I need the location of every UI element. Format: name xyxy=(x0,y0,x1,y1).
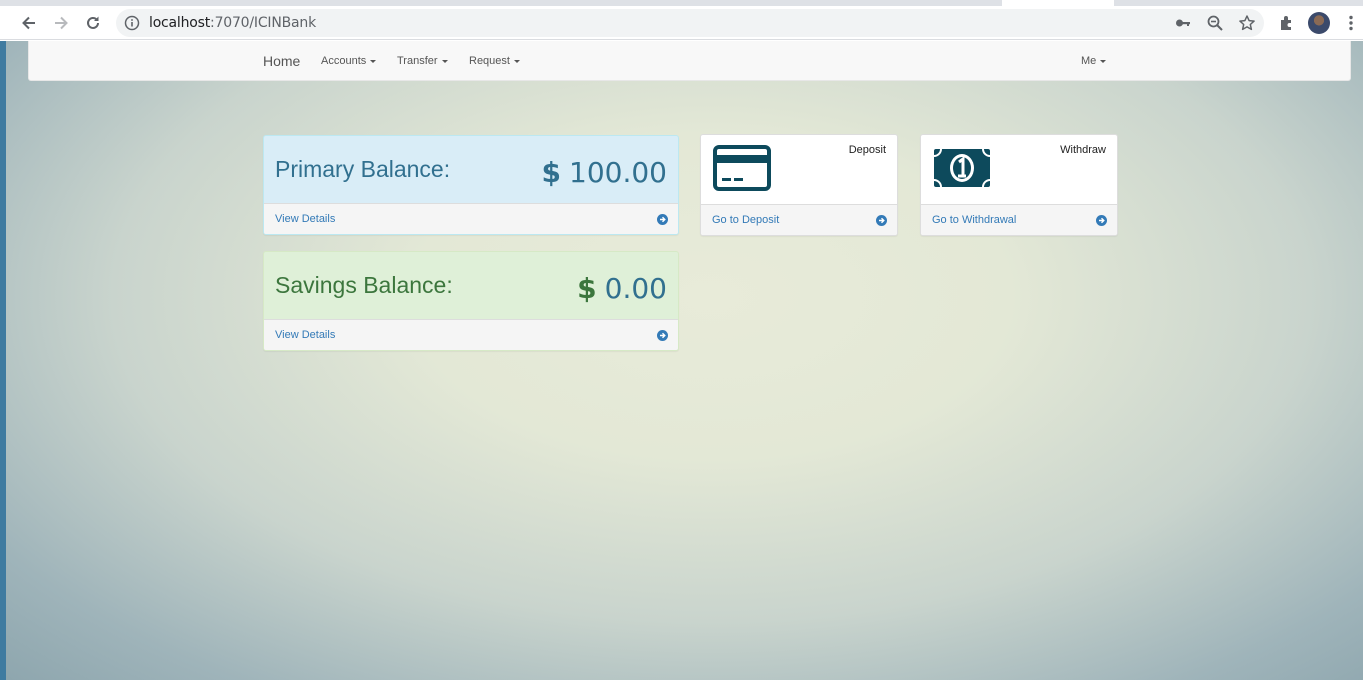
withdraw-panel: Withdraw Go to Withdrawal xyxy=(920,134,1118,236)
credit-card-icon xyxy=(713,145,771,191)
go-to-withdrawal-link[interactable]: Go to Withdrawal xyxy=(932,214,1016,226)
nav-me[interactable]: Me xyxy=(1081,55,1107,67)
star-icon[interactable] xyxy=(1238,14,1256,32)
caret-down-icon xyxy=(1100,59,1107,63)
deposit-panel: Deposit Go to Deposit xyxy=(700,134,898,236)
nav-transfer-label: Transfer xyxy=(397,55,438,67)
nav-accounts[interactable]: Accounts xyxy=(321,55,377,67)
address-bar[interactable]: localhost:7070/ICINBank xyxy=(116,9,1264,37)
primary-balance-label: Primary Balance: xyxy=(275,156,451,182)
forward-icon[interactable] xyxy=(49,11,73,35)
url-text: localhost:7070/ICINBank xyxy=(149,15,316,31)
caret-down-icon xyxy=(370,59,377,63)
savings-balance-footer[interactable]: View Details xyxy=(264,319,678,350)
browser-toolbar: localhost:7070/ICINBank xyxy=(0,6,1363,40)
savings-balance-panel: Savings Balance: $0.00 View Details xyxy=(263,251,679,351)
info-icon[interactable] xyxy=(124,15,140,31)
page-body: Home Accounts Transfer Request Me Primar… xyxy=(6,41,1363,680)
arrow-circle-right-icon xyxy=(1096,215,1107,226)
dollar-icon: $ xyxy=(541,156,562,189)
url-path: :7070/ICINBank xyxy=(210,15,316,31)
deposit-title: Deposit xyxy=(848,144,886,156)
savings-balance-value: 0.00 xyxy=(604,272,667,305)
primary-balance-panel: Primary Balance: $100.00 View Details xyxy=(263,135,679,235)
caret-down-icon xyxy=(441,59,448,63)
url-host: localhost xyxy=(149,15,211,31)
primary-balance-footer[interactable]: View Details xyxy=(264,203,678,234)
nav-request-label: Request xyxy=(469,55,510,67)
nav-home[interactable]: Home xyxy=(263,53,300,69)
caret-down-icon xyxy=(513,59,520,63)
nav-request[interactable]: Request xyxy=(469,55,520,67)
primary-balance-heading: Primary Balance: $100.00 xyxy=(264,136,678,203)
arrow-circle-right-icon xyxy=(657,214,668,225)
dollar-icon: $ xyxy=(577,272,597,305)
avatar[interactable] xyxy=(1308,12,1330,34)
savings-balance-label: Savings Balance: xyxy=(275,272,453,298)
deposit-footer[interactable]: Go to Deposit xyxy=(701,204,897,235)
withdraw-title: Withdraw xyxy=(1060,144,1106,156)
key-icon[interactable] xyxy=(1174,14,1192,32)
reload-icon[interactable] xyxy=(81,11,105,35)
nav-transfer[interactable]: Transfer xyxy=(397,55,448,67)
arrow-circle-right-icon xyxy=(876,215,887,226)
savings-balance-heading: Savings Balance: $0.00 xyxy=(264,252,678,319)
primary-balance-amount: $100.00 xyxy=(542,156,667,189)
view-details-link[interactable]: View Details xyxy=(275,213,335,225)
zoom-out-icon[interactable] xyxy=(1206,14,1224,32)
money-bill-icon xyxy=(933,148,991,188)
arrow-circle-right-icon xyxy=(657,330,668,341)
savings-balance-amount: $0.00 xyxy=(577,272,667,305)
back-icon[interactable] xyxy=(17,11,41,35)
withdraw-footer[interactable]: Go to Withdrawal xyxy=(921,204,1117,235)
top-navbar: Home Accounts Transfer Request Me xyxy=(28,41,1351,81)
nav-accounts-label: Accounts xyxy=(321,55,367,67)
extensions-icon[interactable] xyxy=(1278,14,1296,32)
nav-me-label: Me xyxy=(1081,55,1097,67)
go-to-deposit-link[interactable]: Go to Deposit xyxy=(712,214,779,226)
primary-balance-value: 100.00 xyxy=(569,156,667,189)
view-details-link[interactable]: View Details xyxy=(275,329,335,341)
menu-icon[interactable] xyxy=(1342,14,1360,32)
